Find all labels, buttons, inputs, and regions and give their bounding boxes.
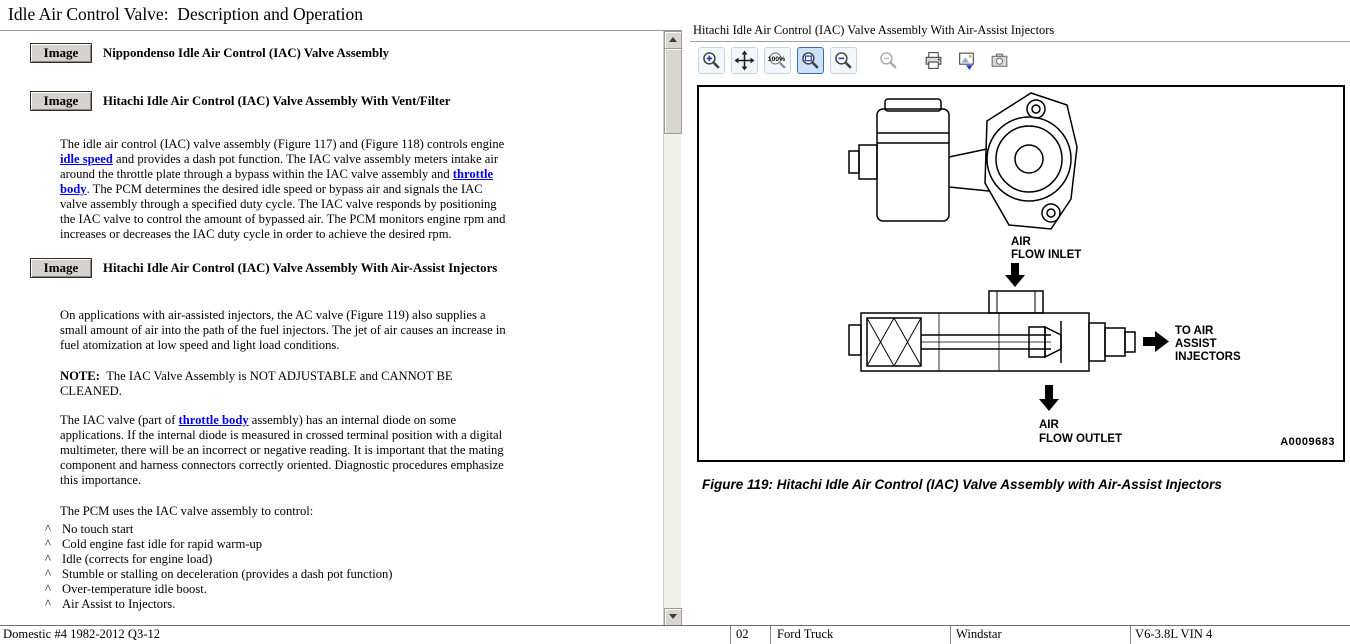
description-panel: Image Nippondenso Idle Air Control (IAC)… xyxy=(0,30,682,626)
status-cell-code: 02 xyxy=(736,627,749,642)
scroll-down-button[interactable] xyxy=(664,608,682,626)
note-text: The IAC Valve Assembly is NOT ADJUSTABLE… xyxy=(60,369,453,398)
paragraph-text: and provides a dash pot function. The IA… xyxy=(60,152,498,181)
inlet-down-arrow-icon xyxy=(1005,263,1025,287)
section-heading: Hitachi Idle Air Control (IAC) Valve Ass… xyxy=(103,261,497,276)
zoom-100-label: 100% xyxy=(768,56,785,63)
link-throttle-body[interactable]: throttle body xyxy=(179,413,249,427)
caret-bullet-icon: ^ xyxy=(45,537,62,552)
paragraph-text: The IAC valve (part of xyxy=(60,413,179,427)
list-item: ^Cold engine fast idle for rapid warm-up xyxy=(45,537,662,552)
status-cell-database: Domestic #4 1982-2012 Q3-12 xyxy=(3,627,160,642)
note-paragraph: NOTE: The IAC Valve Assembly is NOT ADJU… xyxy=(60,369,480,399)
status-cell-make: Ford Truck xyxy=(777,627,833,642)
paragraph: The IAC valve (part of throttle body ass… xyxy=(60,413,512,488)
pan-button[interactable] xyxy=(731,47,758,74)
image-frame[interactable]: AIR FLOW INLET xyxy=(697,85,1345,462)
zoom-100-button[interactable]: 100% xyxy=(764,47,791,74)
outlet-down-arrow-icon xyxy=(1039,385,1059,411)
status-cell-engine: V6-3.8L VIN 4 xyxy=(1135,627,1212,642)
list-item: ^Idle (corrects for engine load) xyxy=(45,552,662,567)
list-item: ^Stumble or stalling on deceleration (pr… xyxy=(45,567,662,582)
section-row: Image Hitachi Idle Air Control (IAC) Val… xyxy=(30,258,662,278)
print-button[interactable] xyxy=(920,47,947,74)
paragraph: The idle air control (IAC) valve assembl… xyxy=(60,137,512,242)
image-export-icon xyxy=(956,50,977,71)
magnifier-100-icon: 100% xyxy=(767,50,788,71)
image-capture-icon xyxy=(989,50,1010,71)
paragraph: On applications with air-assisted inject… xyxy=(60,308,512,353)
zoom-in-button[interactable] xyxy=(698,47,725,74)
caret-bullet-icon: ^ xyxy=(45,567,62,582)
note-label: NOTE: xyxy=(60,369,100,383)
scroll-thumb[interactable] xyxy=(664,48,682,134)
zoom-window-button[interactable] xyxy=(797,47,824,74)
to-air-assist-injectors-label-line3: INJECTORS xyxy=(1175,351,1241,363)
air-flow-inlet-label-line1: AIR xyxy=(1011,236,1032,248)
section-row: Image Nippondenso Idle Air Control (IAC)… xyxy=(30,43,662,63)
injectors-right-arrow-icon xyxy=(1143,331,1169,352)
caret-bullet-icon: ^ xyxy=(45,552,62,567)
list-item-text: Idle (corrects for engine load) xyxy=(62,552,212,567)
section-row: Image Hitachi Idle Air Control (IAC) Val… xyxy=(30,91,662,111)
list-item-text: Over-temperature idle boost. xyxy=(62,582,207,597)
figure-caption: Figure 119: Hitachi Idle Air Control (IA… xyxy=(702,477,1222,492)
scroll-up-icon xyxy=(669,37,677,42)
caret-bullet-icon: ^ xyxy=(45,522,62,537)
viewer-header: Hitachi Idle Air Control (IAC) Valve Ass… xyxy=(693,23,1054,38)
list-item-text: Cold engine fast idle for rapid warm-up xyxy=(62,537,262,552)
zoom-out-button[interactable] xyxy=(830,47,857,74)
section-heading: Hitachi Idle Air Control (IAC) Valve Ass… xyxy=(103,94,450,109)
printer-icon xyxy=(923,50,944,71)
air-flow-outlet-label-line2: FLOW OUTLET xyxy=(1039,433,1122,445)
status-separator xyxy=(1130,626,1131,644)
section-heading: Nippondenso Idle Air Control (IAC) Valve… xyxy=(103,46,389,61)
status-separator xyxy=(770,626,771,644)
page-title: Idle Air Control Valve: Description and … xyxy=(8,4,363,25)
magnifier-window-icon xyxy=(800,50,821,71)
viewer-divider xyxy=(690,41,1350,42)
to-air-assist-injectors-label-line2: ASSIST xyxy=(1175,338,1217,350)
part-number-label: A0009683 xyxy=(1280,436,1335,448)
status-separator xyxy=(950,626,951,644)
paragraph-text: . The PCM determines the desired idle sp… xyxy=(60,182,505,241)
caret-bullet-icon: ^ xyxy=(45,597,62,612)
image-export-button[interactable] xyxy=(953,47,980,74)
list-item-text: Air Assist to Injectors. xyxy=(62,597,175,612)
image-viewer-panel: Hitachi Idle Air Control (IAC) Valve Ass… xyxy=(690,0,1350,626)
zoom-previous-button xyxy=(875,47,902,74)
link-idle-speed[interactable]: idle speed xyxy=(60,152,113,166)
list-intro: The PCM uses the IAC valve assembly to c… xyxy=(60,504,512,519)
caret-bullet-icon: ^ xyxy=(45,582,62,597)
list-item-text: No touch start xyxy=(62,522,133,537)
app-window: Idle Air Control Valve: Description and … xyxy=(0,0,1350,644)
status-bar: Domestic #4 1982-2012 Q3-12 02 Ford Truc… xyxy=(0,625,1350,644)
to-air-assist-injectors-label-line1: TO AIR xyxy=(1175,325,1214,337)
image-button[interactable]: Image xyxy=(30,91,92,111)
description-content: Image Nippondenso Idle Air Control (IAC)… xyxy=(0,31,662,626)
scroll-down-icon xyxy=(669,614,677,619)
paragraph-text: The idle air control (IAC) valve assembl… xyxy=(60,137,504,151)
vertical-scrollbar[interactable] xyxy=(663,31,681,626)
image-button[interactable]: Image xyxy=(30,258,92,278)
pan-icon xyxy=(734,50,755,71)
list-item: ^Air Assist to Injectors. xyxy=(45,597,662,612)
image-button[interactable]: Image xyxy=(30,43,92,63)
magnifier-plus-icon xyxy=(701,50,722,71)
list-item: ^No touch start xyxy=(45,522,662,537)
status-cell-model: Windstar xyxy=(956,627,1002,642)
air-flow-outlet-label-line1: AIR xyxy=(1039,419,1060,431)
control-list: ^No touch start ^Cold engine fast idle f… xyxy=(45,522,662,612)
image-capture-button[interactable] xyxy=(986,47,1013,74)
list-item: ^Over-temperature idle boost. xyxy=(45,582,662,597)
list-item-text: Stumble or stalling on deceleration (pro… xyxy=(62,567,393,582)
viewer-toolbar: 100% xyxy=(698,47,1019,74)
air-flow-inlet-label-line2: FLOW INLET xyxy=(1011,249,1081,261)
magnifier-minus-icon xyxy=(833,50,854,71)
status-separator xyxy=(730,626,731,644)
scroll-up-button[interactable] xyxy=(664,31,682,49)
magnifier-disabled-icon xyxy=(878,50,899,71)
valve-diagram: AIR FLOW INLET xyxy=(699,87,1343,460)
